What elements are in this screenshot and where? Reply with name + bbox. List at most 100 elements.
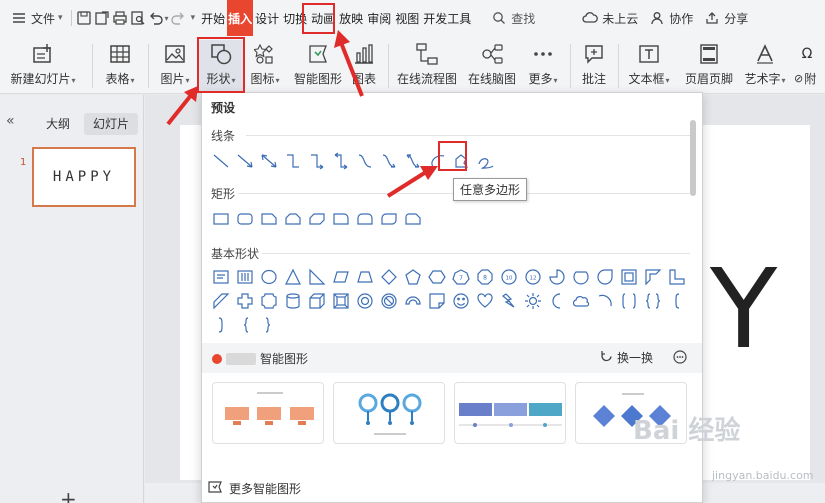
right-bracket-shape[interactable]	[209, 313, 233, 337]
snip-two-corner-rectangle-shape[interactable]	[281, 207, 305, 231]
pie-shape[interactable]	[545, 265, 569, 289]
more-smart-graphics-button[interactable]: 更多智能图形	[207, 479, 301, 498]
tab-slideshow[interactable]: 放映	[337, 0, 365, 36]
left-bracket-shape[interactable]	[665, 289, 689, 313]
rectangle-shape[interactable]	[209, 207, 233, 231]
chart-button[interactable]: 图表	[349, 40, 379, 92]
right-triangle-shape[interactable]	[305, 265, 329, 289]
tab-developer[interactable]: 开发工具	[421, 0, 473, 36]
left-brace-shape[interactable]	[233, 313, 257, 337]
more-button[interactable]: 更多▾	[526, 40, 560, 92]
elbow-connector-shape[interactable]	[281, 149, 305, 173]
comment-button[interactable]: 批注	[578, 40, 610, 92]
tab-insert[interactable]: 插入	[227, 0, 254, 36]
shape-button[interactable]: 形状▾	[199, 40, 243, 92]
bevel-shape[interactable]	[329, 289, 353, 313]
octagon-shape[interactable]: 8	[473, 265, 497, 289]
diagonal-snip-rectangle-shape[interactable]	[305, 207, 329, 231]
smart-graphic-template[interactable]	[212, 382, 324, 444]
triangle-shape[interactable]	[281, 265, 305, 289]
art-text-button[interactable]: 艺术字▾	[742, 40, 788, 92]
file-menu[interactable]: 文件 ▾	[0, 0, 68, 36]
heptagon-shape[interactable]: 7	[449, 265, 473, 289]
tab-outline[interactable]: 大纲	[37, 113, 79, 135]
freeform-shape[interactable]	[449, 149, 473, 173]
round-one-corner-rectangle-shape[interactable]	[329, 207, 353, 231]
undo-icon[interactable]	[147, 9, 165, 27]
curved-double-arrow-shape[interactable]	[401, 149, 425, 173]
l-shape[interactable]	[665, 265, 689, 289]
sun-shape[interactable]	[521, 289, 545, 313]
tab-slides[interactable]: 幻灯片	[84, 113, 139, 135]
trapezoid-shape[interactable]	[353, 265, 377, 289]
decagon-shape[interactable]: 10	[497, 265, 521, 289]
header-footer-button[interactable]: 页眉页脚	[682, 40, 736, 92]
no-symbol-shape[interactable]	[377, 289, 401, 313]
slide-thumbnail[interactable]: HAPPY	[32, 147, 136, 207]
cross-shape[interactable]	[233, 289, 257, 313]
folded-corner-shape[interactable]	[425, 289, 449, 313]
dropdown-scrollbar[interactable]	[690, 120, 696, 196]
right-brace-shape[interactable]	[257, 313, 281, 337]
scribble-shape[interactable]	[473, 149, 497, 173]
smart-graphic-template[interactable]	[454, 382, 566, 444]
chord-shape[interactable]	[569, 265, 593, 289]
smart-graphic-template[interactable]	[333, 382, 445, 444]
search-button[interactable]: 查找	[485, 0, 540, 36]
redo-icon[interactable]	[169, 9, 187, 27]
tab-transition[interactable]: 切换	[281, 0, 309, 36]
line-shape[interactable]	[209, 149, 233, 173]
slide-text[interactable]: Y	[710, 245, 777, 373]
donut-shape[interactable]	[353, 289, 377, 313]
curve-shape[interactable]	[425, 149, 449, 173]
double-brace-shape[interactable]	[641, 289, 665, 313]
cloud-shape[interactable]	[569, 289, 593, 313]
collapse-panel-icon[interactable]: «	[6, 113, 15, 129]
export-icon[interactable]	[93, 9, 111, 27]
refresh-button[interactable]: 换一换	[600, 349, 653, 366]
online-flowchart-button[interactable]: 在线流程图	[395, 40, 459, 92]
block-arc-shape[interactable]	[401, 289, 425, 313]
collaborate-button[interactable]: 协作	[643, 0, 698, 36]
cube-shape[interactable]	[305, 289, 329, 313]
tab-review[interactable]: 审阅	[365, 0, 393, 36]
parallelogram-shape[interactable]	[329, 265, 353, 289]
table-button[interactable]: 表格▾	[100, 40, 140, 92]
text-box-shape[interactable]	[209, 265, 233, 289]
save-icon[interactable]	[75, 9, 93, 27]
tab-animation[interactable]: 动画	[309, 0, 337, 36]
add-slide-button[interactable]: +	[60, 487, 77, 503]
diagonal-stripe-shape[interactable]	[209, 289, 233, 313]
curved-connector-shape[interactable]	[353, 149, 377, 173]
elbow-arrow-connector-shape[interactable]	[305, 149, 329, 173]
double-bracket-shape[interactable]	[617, 289, 641, 313]
symbol-button[interactable]: Ω ⊘ 附	[794, 40, 825, 92]
teardrop-shape[interactable]	[593, 265, 617, 289]
can-shape[interactable]	[281, 289, 305, 313]
arrow-line-shape[interactable]	[233, 149, 257, 173]
elbow-double-arrow-shape[interactable]	[329, 149, 353, 173]
tab-home[interactable]: 开始	[199, 0, 227, 36]
hexagon-shape[interactable]	[425, 265, 449, 289]
moon-shape[interactable]	[545, 289, 569, 313]
cloud-status-button[interactable]: 未上云	[576, 0, 643, 36]
snip-round-rectangle-shape[interactable]	[401, 207, 425, 231]
vertical-text-box-shape[interactable]	[233, 265, 257, 289]
tab-design[interactable]: 设计	[253, 0, 281, 36]
rounded-rectangle-shape[interactable]	[233, 207, 257, 231]
pentagon-shape[interactable]	[401, 265, 425, 289]
curved-arrow-connector-shape[interactable]	[377, 149, 401, 173]
smiley-face-shape[interactable]	[449, 289, 473, 313]
oval-shape[interactable]	[257, 265, 281, 289]
dodecagon-shape[interactable]: 12	[521, 265, 545, 289]
print-icon[interactable]	[111, 9, 129, 27]
share-button[interactable]: 分享	[698, 0, 753, 36]
smart-graphic-button[interactable]: 智能图形	[291, 40, 345, 92]
online-mindmap-button[interactable]: 在线脑图	[465, 40, 519, 92]
round-same-side-rectangle-shape[interactable]	[353, 207, 377, 231]
picture-button[interactable]: 图片▾	[155, 40, 195, 92]
snip-corner-rectangle-shape[interactable]	[257, 207, 281, 231]
tab-view[interactable]: 视图	[393, 0, 421, 36]
round-diagonal-rectangle-shape[interactable]	[377, 207, 401, 231]
print-preview-icon[interactable]	[129, 9, 147, 27]
